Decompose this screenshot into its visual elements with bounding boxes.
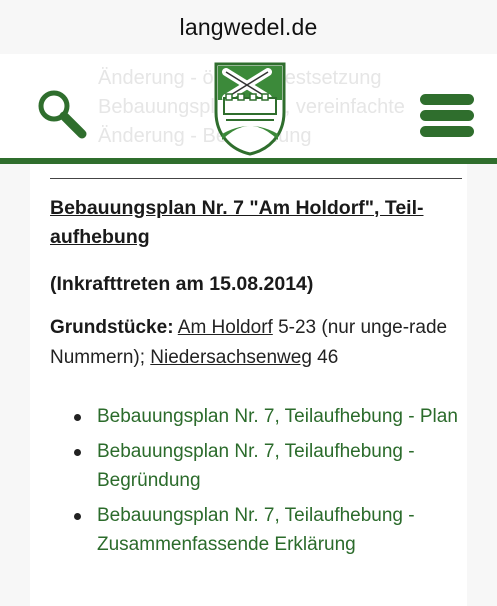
plots-paragraph: Grundstücke: Am Holdorf 5-23 (nur unge-r… — [50, 313, 465, 373]
section-rule — [50, 178, 462, 179]
browser-url-bar[interactable]: langwedel.de — [0, 0, 497, 54]
document-item: Bebauungsplan Nr. 7, Teilaufhebung - Zus… — [50, 501, 470, 559]
document-link-erklaerung[interactable]: Bebauungsplan Nr. 7, Teilaufhebung - Zus… — [97, 505, 415, 555]
bullet-icon — [74, 513, 81, 520]
plots-number-46: 46 — [311, 347, 339, 368]
coat-of-arms-logo[interactable] — [212, 60, 288, 156]
plots-label: Grundstücke: — [50, 317, 174, 338]
effective-date: (Inkrafttreten am 15.08.2014) — [50, 273, 314, 295]
street-link-niedersachsenweg[interactable]: Niedersachsenweg — [150, 347, 312, 368]
bullet-icon — [74, 414, 81, 421]
document-item: Bebauungsplan Nr. 7, Teilaufhebung - Beg… — [50, 437, 470, 495]
site-header: Änderung - örtliche Festsetzung Bebauung… — [0, 54, 497, 160]
bullet-icon — [74, 449, 81, 456]
url-text: langwedel.de — [179, 13, 318, 40]
menu-button[interactable] — [418, 92, 476, 140]
hamburger-menu-icon — [420, 94, 474, 137]
document-link-plan[interactable]: Bebauungsplan Nr. 7, Teilaufhebung - Pla… — [97, 406, 458, 427]
document-link-begruendung[interactable]: Bebauungsplan Nr. 7, Teilaufhebung - Beg… — [97, 441, 415, 491]
search-icon — [38, 90, 87, 139]
street-link-am-holdorf[interactable]: Am Holdorf — [178, 317, 273, 338]
plan-title-link[interactable]: Bebauungsplan Nr. 7 "Am Holdorf", Teil-a… — [50, 194, 460, 252]
document-item: Bebauungsplan Nr. 7, Teilaufhebung - Pla… — [50, 402, 470, 431]
search-button[interactable] — [34, 86, 90, 142]
document-list: Bebauungsplan Nr. 7, Teilaufhebung - Pla… — [50, 402, 470, 565]
